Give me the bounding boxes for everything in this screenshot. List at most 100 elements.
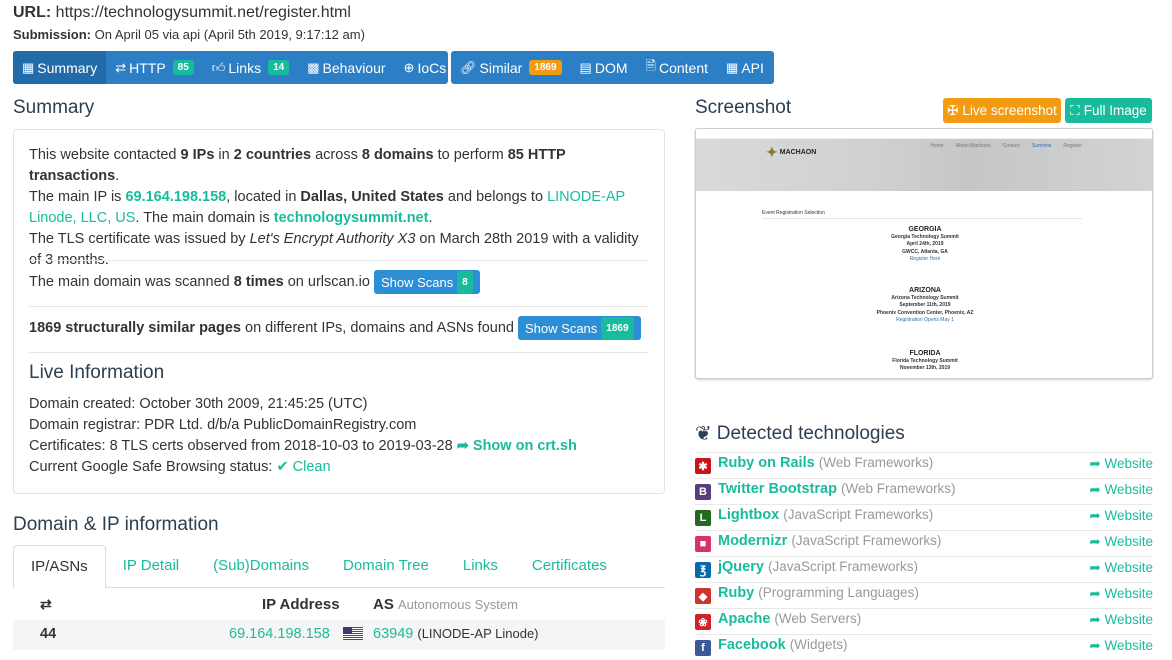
overview-text: and belongs to: [443, 189, 548, 205]
arrow-share-icon: ➦: [1089, 482, 1101, 497]
website-label: Website: [1104, 534, 1153, 549]
scan-times: 8 times: [233, 273, 284, 290]
tab-dom[interactable]: ▤ DOM: [571, 51, 637, 84]
technology-name[interactable]: jQuery (JavaScript Frameworks): [718, 559, 918, 575]
main-domain-link[interactable]: technologysummit.net: [274, 210, 429, 226]
tab-summary[interactable]: ▦ Summary: [13, 51, 107, 84]
technology-row: B Twitter Bootstrap (Web Frameworks) ➦ Web…: [695, 478, 1153, 504]
tab-iocs[interactable]: ⊕ IoCs: [395, 51, 448, 84]
main-ip-link[interactable]: 69.164.198.158: [125, 189, 226, 205]
technology-website-link[interactable]: ➦ Website: [1089, 508, 1153, 524]
technology-website-link[interactable]: ➦ Website: [1089, 482, 1153, 498]
link-icon: 🔗︎: [460, 59, 477, 75]
tab-api-label: API: [741, 59, 764, 76]
technology-website-link[interactable]: ➦ Website: [1089, 586, 1153, 602]
tab-behaviour-label: Behaviour: [322, 59, 386, 76]
url-value: https://technologysummit.net/register.ht…: [55, 4, 351, 21]
technology-name[interactable]: Ruby on Rails (Web Frameworks): [718, 455, 933, 471]
technology-name[interactable]: Apache (Web Servers): [718, 611, 861, 627]
tab-content-label: Content: [658, 59, 709, 76]
divider: [29, 352, 649, 353]
technology-website-link[interactable]: ➦ Website: [1089, 456, 1153, 472]
ip-count: 9 IPs: [180, 147, 215, 163]
similar-pages-row: 1869 structurally similar pages on diffe…: [29, 316, 654, 340]
event-date: September 11th, 2019: [899, 302, 951, 308]
website-label: Website: [1104, 612, 1153, 627]
show-scans-count: 1869: [601, 316, 634, 340]
event-logo: ARIZONA: [909, 287, 941, 294]
result-nav-primary: ▦ Summary ⇄ HTTP 85 👍︎ Links 14 ▩ Behavi…: [13, 51, 448, 84]
summary-overview: This website contacted 9 IPs in 2 countr…: [29, 145, 654, 271]
technology-name[interactable]: Modernizr (JavaScript Frameworks): [718, 533, 941, 549]
safe-browsing-value: Clean: [292, 459, 331, 475]
as-name: (LINODE-AP Linode): [417, 626, 539, 641]
divider: [29, 260, 649, 261]
tab-ip-detail[interactable]: IP Detail: [106, 545, 196, 587]
screenshot-topbar: [696, 129, 1152, 139]
safe-browsing-label: Current Google Safe Browsing status:: [29, 459, 273, 475]
live-screenshot-button[interactable]: ✠ Live screenshot: [943, 98, 1061, 123]
tab-certificates[interactable]: Certificates: [515, 545, 624, 587]
site-nav-item: Summits: [1031, 143, 1052, 149]
tab-api[interactable]: ▦ API: [717, 51, 773, 84]
qrcode-icon: ▦: [726, 59, 739, 75]
technology-name[interactable]: Twitter Bootstrap (Web Frameworks): [718, 481, 956, 497]
technology-website-link[interactable]: ➦ Website: [1089, 638, 1153, 654]
technology-category: (JavaScript Frameworks): [783, 507, 934, 522]
technology-name-text: Ruby: [718, 585, 755, 601]
tab-http[interactable]: ⇄ HTTP 85: [106, 51, 203, 84]
submission-value: On April 05 via api (April 5th 2019, 9:1…: [94, 27, 365, 42]
as-cell: 63949 (LINODE-AP Linode): [373, 626, 539, 642]
event-logo: GEORGIA: [908, 226, 942, 233]
crosshairs-icon: ✠: [947, 102, 959, 118]
technology-name-text: Lightbox: [718, 507, 780, 523]
show-scans-count: 8: [457, 270, 473, 294]
live-information: Domain created: October 30th 2009, 21:45…: [29, 394, 654, 478]
overview-text: in: [214, 147, 234, 163]
technology-website-link[interactable]: ➦ Website: [1089, 612, 1153, 628]
rails-icon: ✱: [695, 458, 711, 474]
detected-technologies-heading: ❦ Detected technologies: [695, 421, 905, 446]
tab-ip-asns[interactable]: IP/ASNs: [13, 545, 106, 589]
event-venue: GWCC, Atlanta, GA: [902, 248, 948, 255]
crt-sh-link[interactable]: ➦ Show on crt.sh: [457, 438, 577, 454]
show-similar-scans-button[interactable]: Show Scans 1869: [518, 316, 641, 340]
technology-name-text: Modernizr: [718, 533, 788, 549]
tab-links[interactable]: 👍︎ Links 14: [203, 51, 298, 84]
bootstrap-icon: B: [695, 484, 711, 500]
submission-label: Submission:: [13, 27, 92, 42]
technology-website-link[interactable]: ➦ Website: [1089, 560, 1153, 576]
website-label: Website: [1104, 456, 1153, 471]
site-nav-item: Contact: [1002, 143, 1020, 149]
page-screenshot[interactable]: ✦ MACHAON Home About Machaon Contact Sum…: [695, 128, 1153, 379]
table-row: [13, 620, 665, 650]
tab-content[interactable]: 🗎︎ Content: [637, 51, 718, 84]
overview-text: .: [115, 168, 120, 184]
exchange-icon: ⇄: [40, 596, 52, 612]
asn-link[interactable]: 63949: [373, 626, 413, 642]
tab-behaviour[interactable]: ▩ Behaviour: [298, 51, 394, 84]
event-georgia: GEORGIA Georgia Technology Summit April …: [825, 226, 1025, 264]
location: Dallas, United States: [300, 189, 444, 205]
tab-subdomains[interactable]: (Sub)Domains: [196, 545, 326, 587]
technology-website-link[interactable]: ➦ Website: [1089, 534, 1153, 550]
technology-name[interactable]: Facebook (Widgets): [718, 637, 847, 653]
ip-address-column-header: IP Address: [262, 596, 340, 613]
tab-similar[interactable]: 🔗︎ Similar 1869: [451, 51, 571, 84]
ip-address-link[interactable]: 69.164.198.158: [229, 626, 330, 642]
site-nav-item: Register: [1063, 143, 1082, 149]
event-date: November 13th, 2019: [899, 365, 951, 371]
show-scans-button[interactable]: Show Scans 8: [374, 270, 480, 294]
tab-domain-tree[interactable]: Domain Tree: [326, 545, 446, 587]
full-image-button[interactable]: ⛶ Full Image: [1065, 98, 1152, 123]
tab-links[interactable]: Links: [446, 545, 515, 587]
arrow-share-icon: ➦: [1089, 456, 1101, 471]
as-column-sublabel: Autonomous System: [398, 597, 518, 612]
detected-technologies-title: Detected technologies: [716, 422, 905, 444]
technology-name[interactable]: Ruby (Programming Languages): [718, 585, 919, 601]
technology-category: (Web Servers): [774, 611, 862, 626]
links-count-badge: 14: [268, 60, 290, 75]
summary-heading: Summary: [13, 97, 95, 118]
technology-name[interactable]: Lightbox (JavaScript Frameworks): [718, 507, 933, 523]
apache-icon: ❀: [695, 614, 711, 630]
